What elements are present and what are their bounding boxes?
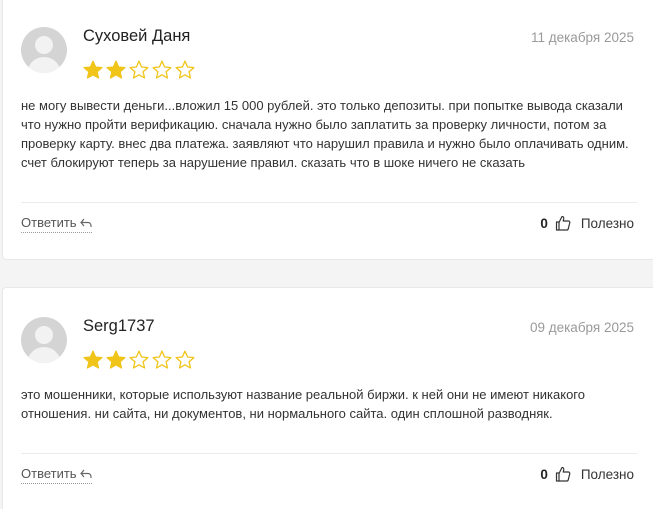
helpful-count: 0 xyxy=(540,215,548,231)
review-card: Serg1737 09 декабря 2025 это мошенники, … xyxy=(2,287,653,509)
user-avatar-icon xyxy=(21,27,67,73)
star-filled-icon xyxy=(83,350,103,369)
reply-arrow-icon xyxy=(79,218,92,227)
review-date: 09 декабря 2025 xyxy=(529,320,634,335)
reply-label: Ответить xyxy=(21,215,77,230)
helpful-count: 0 xyxy=(540,466,548,482)
divider xyxy=(21,202,637,203)
thumbs-up-icon[interactable] xyxy=(555,215,571,231)
review-card: Суховей Даня 11 декабря 2025 не могу выв… xyxy=(2,0,653,260)
rating-stars xyxy=(83,60,195,80)
star-empty-icon xyxy=(129,350,149,369)
review-text: не могу вывести деньги...вложил 15 000 р… xyxy=(21,98,629,170)
star-empty-icon xyxy=(129,60,149,79)
review-author: Суховей Даня xyxy=(83,27,191,45)
review-author: Serg1737 xyxy=(83,317,155,335)
helpful-block: 0 Полезно xyxy=(540,215,634,231)
review-date: 11 декабря 2025 xyxy=(530,30,634,45)
star-empty-icon xyxy=(175,60,195,79)
star-empty-icon xyxy=(152,60,172,79)
helpful-block: 0 Полезно xyxy=(540,466,634,482)
helpful-button[interactable]: Полезно xyxy=(581,467,634,482)
divider xyxy=(21,453,637,454)
user-avatar-icon xyxy=(21,317,67,363)
star-filled-icon xyxy=(83,60,103,79)
reply-label: Ответить xyxy=(21,466,77,481)
star-filled-icon xyxy=(106,60,126,79)
star-empty-icon xyxy=(175,350,195,369)
rating-stars xyxy=(83,350,195,370)
reply-arrow-icon xyxy=(79,469,92,478)
star-filled-icon xyxy=(106,350,126,369)
star-empty-icon xyxy=(152,350,172,369)
thumbs-up-icon[interactable] xyxy=(555,466,571,482)
review-text: это мошенники, которые используют назван… xyxy=(21,387,585,421)
reply-button[interactable]: Ответить xyxy=(21,215,92,233)
reply-button[interactable]: Ответить xyxy=(21,466,92,484)
helpful-button[interactable]: Полезно xyxy=(581,216,634,231)
